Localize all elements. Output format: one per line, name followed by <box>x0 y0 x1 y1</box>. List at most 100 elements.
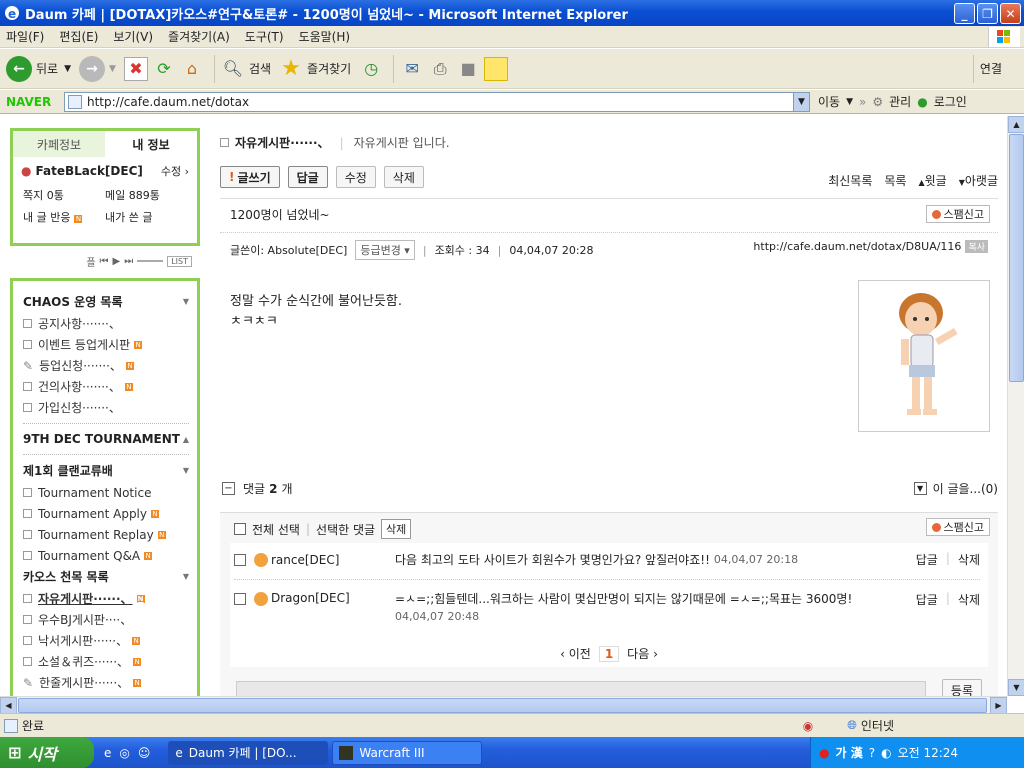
scroll-up-icon[interactable]: ▲ <box>1008 116 1024 133</box>
tab-cafe-info[interactable]: 카페정보 <box>13 131 105 157</box>
post-author[interactable]: 글쓴이: Absolute[DEC] <box>230 242 347 258</box>
volume-icon[interactable]: ◐ <box>881 746 891 760</box>
chevron-down-icon[interactable]: ▼ <box>913 482 927 495</box>
close-button[interactable]: ✕ <box>1000 3 1021 24</box>
ime-indicator[interactable]: 가 漢 <box>835 744 862 761</box>
scroll-down-icon[interactable]: ▼ <box>1008 679 1024 696</box>
menu-group-header[interactable]: 카오스 천목 목록 ▼ <box>23 566 189 586</box>
edit-icon[interactable]: ■ <box>456 57 480 81</box>
menu-item-current[interactable]: 자유게시판······、 N <box>23 588 189 609</box>
taskbar-item-warcraft[interactable]: Warcraft III <box>332 740 483 765</box>
comment-author[interactable]: rance[DEC] <box>271 553 395 567</box>
window-titlebar[interactable]: e Daum 카페 | [DOTAX]카오스#연구&토론# - 1200명이 넘… <box>0 0 1024 26</box>
forward-button[interactable]: → ▼ <box>79 55 116 82</box>
chevron-down-icon[interactable]: ▼ <box>846 97 853 107</box>
comment-checkbox[interactable] <box>234 593 246 605</box>
scrollbar-thumb[interactable] <box>1009 134 1024 382</box>
ie-quicklaunch-icon[interactable]: e <box>104 746 111 760</box>
pager-next[interactable]: 다음 › <box>627 645 658 662</box>
menu-help[interactable]: 도움말(H) <box>299 28 351 45</box>
menu-edit[interactable]: 편집(E) <box>59 28 98 45</box>
start-button[interactable]: ⊞ 시작 <box>0 737 94 768</box>
delete-button[interactable]: 삭제 <box>383 166 424 188</box>
comment-delete-button[interactable]: 삭제 <box>958 591 980 608</box>
tab-my-info[interactable]: 내 정보 <box>105 131 197 157</box>
list-link[interactable]: 목록 <box>884 172 906 189</box>
back-button[interactable]: ← 뒤로 ▼ <box>6 55 71 82</box>
comment-reply-button[interactable]: 답글 <box>916 591 938 608</box>
my-posts-link[interactable]: 내가 쓴 글 <box>105 209 187 225</box>
menu-group-header[interactable]: 9TH DEC TOURNAMENT ▲ <box>23 429 189 449</box>
privacy-icon[interactable]: ◉ <box>803 719 813 733</box>
write-button[interactable]: ! 글쓰기 <box>220 166 280 188</box>
playlist-button[interactable]: LIST <box>167 255 192 267</box>
mail-count[interactable]: 메일 889통 <box>105 187 187 203</box>
login-button[interactable]: 로그인 <box>934 93 967 110</box>
menu-favorites[interactable]: 즐겨찾기(A) <box>168 28 230 45</box>
menu-item[interactable]: 공지사항·······、 <box>23 313 189 334</box>
menu-item[interactable]: ✎ 한줄게시판······、 N <box>23 672 189 693</box>
collapse-icon[interactable]: − <box>222 482 235 495</box>
menu-item[interactable]: Tournament Replay N <box>23 524 189 545</box>
reply-button[interactable]: 답글 <box>287 166 328 188</box>
connect-label[interactable]: 연결 <box>980 60 1002 77</box>
stop-icon[interactable]: ✖ <box>123 56 148 81</box>
volume-slider[interactable] <box>137 260 164 262</box>
links-icon[interactable]: » <box>859 95 866 109</box>
edit-profile-link[interactable]: 수정 › <box>161 163 189 179</box>
help-icon[interactable]: ? <box>869 746 875 760</box>
chevron-down-icon[interactable]: ▼ <box>109 64 116 74</box>
refresh-icon[interactable]: ⟳ <box>152 57 176 81</box>
manage-button[interactable]: 관리 <box>889 93 911 110</box>
history-icon[interactable]: ◷ <box>359 57 383 81</box>
scroll-right-icon[interactable]: ▶ <box>990 697 1007 714</box>
taskbar-item-ie[interactable]: e Daum 카페 | [DO... <box>168 740 329 765</box>
comment-delete-button[interactable]: 삭제 <box>958 551 980 568</box>
menu-item[interactable]: 우수BJ게시판····、 <box>23 609 189 630</box>
chevron-down-icon[interactable]: ▼ <box>64 64 71 74</box>
maximize-button[interactable]: ❐ <box>977 3 998 24</box>
this-post-menu[interactable]: 이 글을...(0) <box>933 480 998 497</box>
vertical-scrollbar[interactable]: ▲ ▼ <box>1007 116 1024 696</box>
messenger-quicklaunch-icon[interactable]: ☺ <box>138 746 151 760</box>
pager-current[interactable]: 1 <box>598 645 620 662</box>
comment-submit-button[interactable]: 등록 <box>941 679 982 696</box>
comment-checkbox[interactable] <box>234 553 246 566</box>
search-button[interactable]: 🔍︎ 검색 <box>221 57 271 81</box>
menu-item[interactable]: ✎ 등업신청·······、 N <box>23 355 189 376</box>
note-icon[interactable] <box>484 56 509 81</box>
memo-count[interactable]: 쪽지 0통 <box>23 187 105 203</box>
spam-report-button[interactable]: 스팸신고 <box>925 205 990 223</box>
menu-view[interactable]: 보기(V) <box>113 28 153 45</box>
address-field[interactable]: http://cafe.daum.net/dotax ▼ <box>64 91 810 112</box>
menu-item[interactable]: 건의사항·······、 N <box>23 376 189 397</box>
board-name[interactable]: 자유게시판······、 <box>235 134 330 151</box>
menu-item[interactable]: Tournament Q&A N <box>23 545 189 566</box>
play-icon[interactable]: ▶ <box>113 256 121 267</box>
grade-change-button[interactable]: 등급변경 ▾ <box>355 240 415 260</box>
menu-group-header[interactable]: 제1회 클랜교류배 ▼ <box>23 460 189 480</box>
go-button[interactable]: 이동 <box>818 93 840 110</box>
prev-track-icon[interactable]: ⏮ <box>100 256 109 267</box>
reactions-link[interactable]: 내 글 반응 N <box>23 209 105 225</box>
recent-list-link[interactable]: 최신목록 <box>828 172 872 189</box>
menu-tools[interactable]: 도구(T) <box>245 28 284 45</box>
comment-reply-button[interactable]: 답글 <box>916 551 938 568</box>
menu-item[interactable]: 소설＆퀴즈······、 N <box>23 651 189 672</box>
chevron-down-icon[interactable]: ▼ <box>793 92 809 111</box>
scroll-left-icon[interactable]: ◀ <box>0 697 17 714</box>
menu-item[interactable]: Tournament Notice <box>23 482 189 503</box>
copy-link-button[interactable]: 복사 <box>965 240 988 253</box>
post-permalink[interactable]: http://cafe.daum.net/dotax/D8UA/116 <box>753 240 961 253</box>
menu-file[interactable]: 파일(F) <box>6 28 44 45</box>
prev-post-link[interactable]: ▲윗글 <box>918 172 946 189</box>
next-post-link[interactable]: ▼아랫글 <box>959 172 998 189</box>
pager-prev[interactable]: ‹ 이전 <box>560 645 591 662</box>
clock[interactable]: 오전 12:24 <box>898 744 958 761</box>
menu-item[interactable]: 이벤트 등업게시판 N <box>23 334 189 355</box>
home-icon[interactable]: ⌂ <box>180 57 204 81</box>
mail-icon[interactable]: ✉ <box>400 57 424 81</box>
scrollbar-thumb[interactable] <box>18 698 987 713</box>
minimize-button[interactable]: _ <box>954 3 975 24</box>
print-icon[interactable]: ⎙ <box>428 57 452 81</box>
